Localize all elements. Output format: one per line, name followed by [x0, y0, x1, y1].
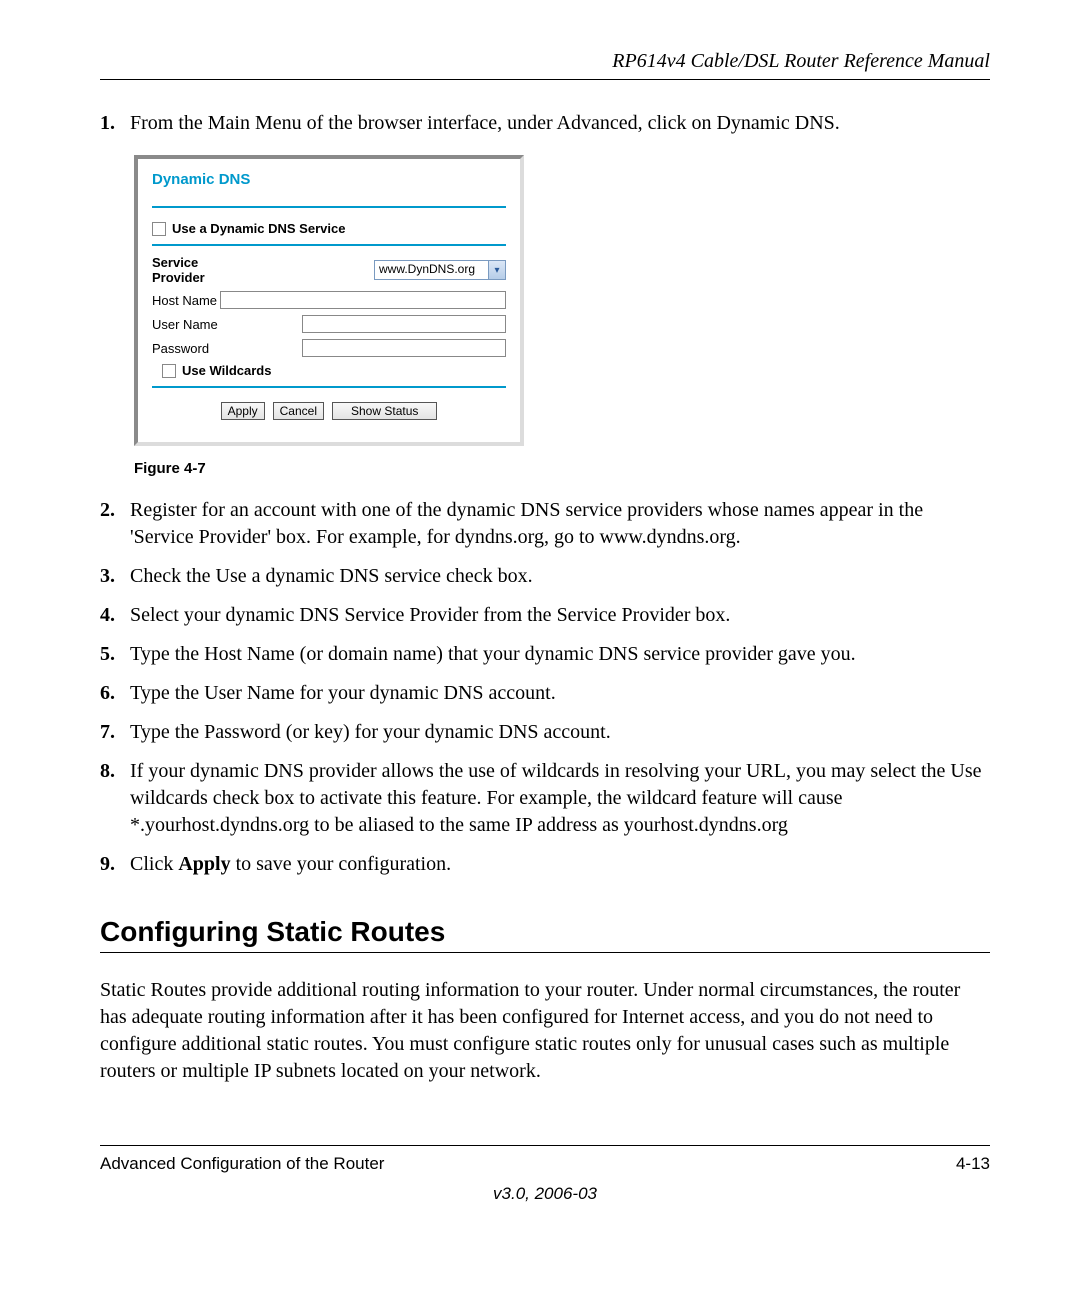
section-heading: Configuring Static Routes [100, 916, 990, 953]
numbered-steps-cont: 2. Register for an account with one of t… [100, 497, 990, 878]
footer-right: 4-13 [956, 1154, 990, 1174]
service-provider-label: Service Provider [152, 255, 252, 285]
chevron-down-icon: ▾ [488, 261, 505, 279]
step-text: Type the Password (or key) for your dyna… [130, 719, 990, 746]
user-name-row: User Name [152, 312, 506, 336]
use-wildcards-row: Use Wildcards [152, 360, 506, 388]
numbered-steps: 1. From the Main Menu of the browser int… [100, 110, 990, 137]
page-footer: Advanced Configuration of the Router 4-1… [100, 1145, 990, 1204]
step-number: 2. [100, 497, 130, 551]
step-text: Click Apply to save your configuration. [130, 851, 990, 878]
use-wildcards-checkbox[interactable] [162, 364, 176, 378]
service-provider-select[interactable]: www.DynDNS.org ▾ [374, 260, 506, 280]
apply-button[interactable]: Apply [221, 402, 265, 420]
use-wildcards-label: Use Wildcards [182, 363, 271, 378]
use-service-label: Use a Dynamic DNS Service [172, 221, 345, 236]
user-name-label: User Name [152, 317, 302, 332]
dynamic-dns-panel: Dynamic DNS Use a Dynamic DNS Service Se… [134, 155, 524, 446]
show-status-button[interactable]: Show Status [332, 402, 437, 420]
step9-post: to save your configuration. [231, 853, 452, 875]
host-name-row: Host Name [152, 288, 506, 312]
step-number: 1. [100, 110, 130, 137]
figure-caption: Figure 4-7 [134, 460, 990, 477]
step-text: Select your dynamic DNS Service Provider… [130, 602, 990, 629]
step-number: 9. [100, 851, 130, 878]
step-number: 3. [100, 563, 130, 590]
host-name-input[interactable] [220, 291, 506, 309]
step-number: 5. [100, 641, 130, 668]
step-number: 8. [100, 758, 130, 839]
service-provider-row: Service Provider www.DynDNS.org ▾ [152, 252, 506, 288]
footer-version: v3.0, 2006-03 [100, 1184, 990, 1204]
step-text: If your dynamic DNS provider allows the … [130, 758, 990, 839]
step-text: Type the User Name for your dynamic DNS … [130, 680, 990, 707]
step-text: Register for an account with one of the … [130, 497, 990, 551]
host-name-label: Host Name [152, 293, 220, 308]
use-service-row: Use a Dynamic DNS Service [152, 218, 506, 246]
step9-bold: Apply [178, 853, 230, 875]
step-number: 7. [100, 719, 130, 746]
step-text: Check the Use a dynamic DNS service chec… [130, 563, 990, 590]
password-row: Password [152, 336, 506, 360]
page-header: RP614v4 Cable/DSL Router Reference Manua… [100, 50, 990, 80]
button-row: Apply Cancel Show Status [152, 402, 506, 420]
password-label: Password [152, 341, 302, 356]
step-number: 6. [100, 680, 130, 707]
user-name-input[interactable] [302, 315, 506, 333]
service-provider-value: www.DynDNS.org [375, 261, 488, 279]
use-service-checkbox[interactable] [152, 222, 166, 236]
figure-wrapper: Dynamic DNS Use a Dynamic DNS Service Se… [134, 155, 990, 446]
footer-left: Advanced Configuration of the Router [100, 1154, 384, 1174]
step-text: Type the Host Name (or domain name) that… [130, 641, 990, 668]
password-input[interactable] [302, 339, 506, 357]
section-body: Static Routes provide additional routing… [100, 977, 990, 1085]
step9-pre: Click [130, 853, 178, 875]
step-text: From the Main Menu of the browser interf… [130, 110, 990, 137]
panel-title: Dynamic DNS [152, 169, 506, 208]
step-number: 4. [100, 602, 130, 629]
cancel-button[interactable]: Cancel [273, 402, 324, 420]
